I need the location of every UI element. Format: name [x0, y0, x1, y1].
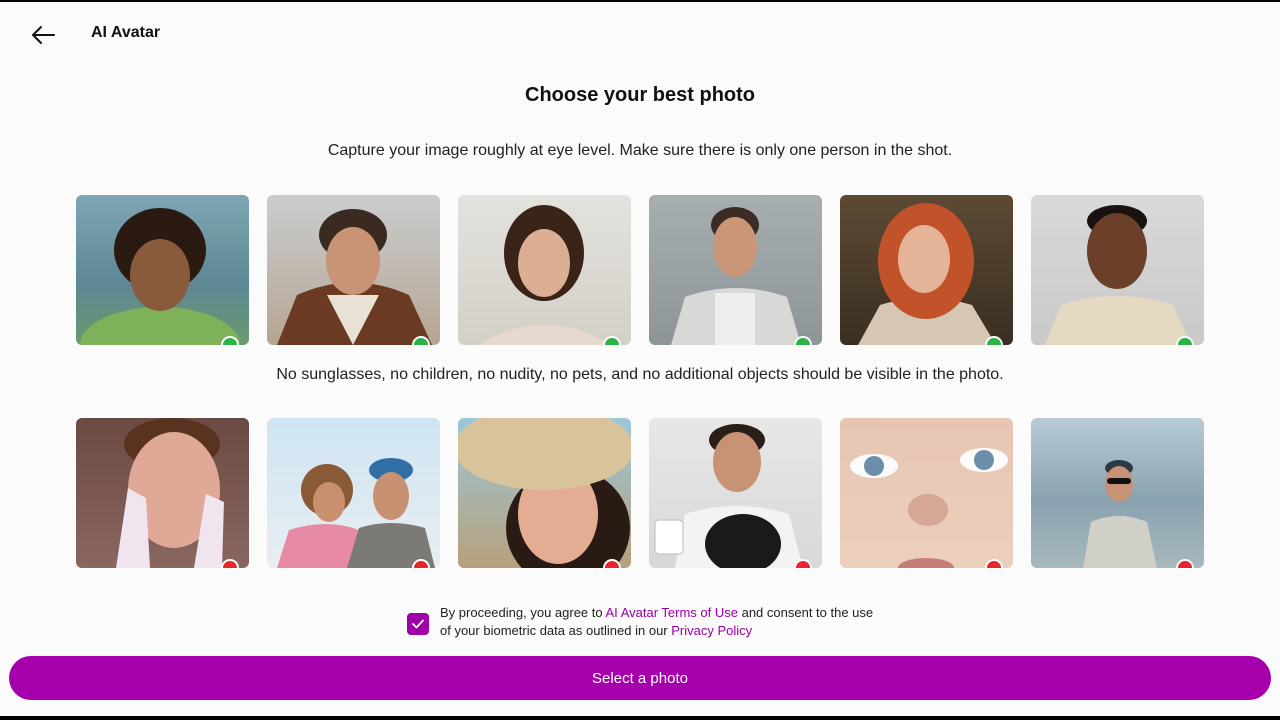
good-photo-instruction: Capture your image roughly at eye level.… — [327, 142, 953, 159]
consent-text-part: By proceeding, you agree to — [440, 605, 606, 620]
example-photo-good — [840, 195, 1013, 345]
example-photo-good — [76, 195, 249, 345]
privacy-policy-link[interactable]: Privacy Policy — [671, 623, 752, 638]
terms-of-use-link[interactable]: AI Avatar Terms of Use — [606, 605, 738, 620]
example-photo-bad — [458, 418, 631, 568]
header: AI Avatar — [0, 2, 1280, 68]
consent-checkbox[interactable] — [407, 613, 429, 635]
good-examples-row — [76, 195, 1206, 345]
app-title: AI Avatar — [91, 24, 161, 41]
page-title: Choose your best photo — [525, 84, 755, 106]
select-photo-button[interactable]: Select a photo — [9, 656, 1271, 700]
example-photo-good — [649, 195, 822, 345]
example-photo-bad — [267, 418, 440, 568]
example-photo-good — [1031, 195, 1204, 345]
bad-photo-instruction: No sunglasses, no children, no nudity, n… — [276, 366, 1004, 383]
example-photo-bad — [1031, 418, 1204, 568]
example-photo-bad — [649, 418, 822, 568]
consent-text: By proceeding, you agree to AI Avatar Te… — [440, 604, 880, 639]
page: AI Avatar Choose your best photo Capture… — [0, 2, 1280, 716]
arrow-left-icon — [32, 26, 55, 44]
check-icon — [412, 619, 424, 629]
example-photo-bad — [76, 418, 249, 568]
example-photo-good — [267, 195, 440, 345]
back-button[interactable] — [26, 18, 60, 52]
example-photo-good — [458, 195, 631, 345]
consent-section: By proceeding, you agree to AI Avatar Te… — [407, 604, 877, 644]
bad-examples-row — [76, 418, 1206, 568]
example-photo-bad — [840, 418, 1013, 568]
